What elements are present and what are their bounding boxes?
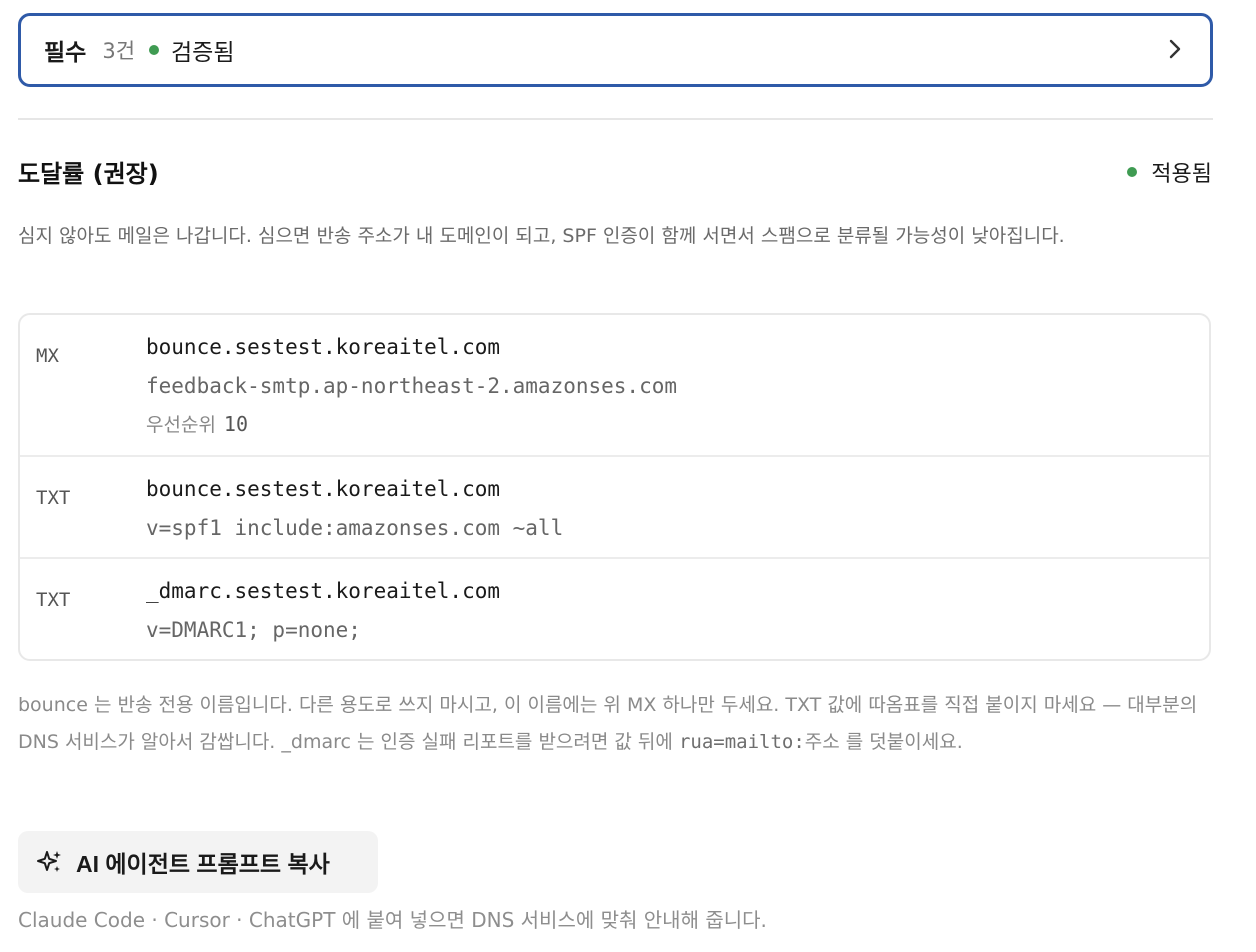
status-dot-icon: [149, 45, 160, 55]
chevron-right-icon[interactable]: [1166, 38, 1184, 60]
deliverability-status: 적용됨: [1127, 156, 1212, 188]
dns-records-table: MX bounce.sestest.koreaitel.com feedback…: [18, 313, 1211, 661]
dns-settings-page: 필수 3건 검증됨 도달률 (권장) 적용됨 심지 않아도 메일은 나갑니다. …: [0, 0, 1256, 952]
deliverability-status-label: 적용됨: [1151, 162, 1212, 187]
deliverability-description: 심지 않아도 메일은 나갑니다. 심으면 반송 주소가 내 도메인이 되고, S…: [18, 225, 1065, 247]
record-priority: 우선순위 10: [146, 409, 1209, 441]
record-type: TXT: [36, 589, 71, 611]
records-note: bounce 는 반송 전용 이름입니다. 다른 용도로 쓰지 마시고, 이 이…: [18, 687, 1218, 761]
record-name[interactable]: _dmarc.sestest.koreaitel.com: [146, 576, 1209, 606]
status-dot-icon: [1127, 167, 1138, 177]
record-type: MX: [36, 345, 59, 367]
copy-ai-prompt-label: AI 에이전트 프롬프트 복사: [76, 851, 330, 877]
copy-ai-prompt-button[interactable]: AI 에이전트 프롬프트 복사: [18, 831, 378, 893]
dns-record-row: TXT bounce.sestest.koreaitel.com v=spf1 …: [20, 457, 1209, 559]
note-text: bounce 는 반송 전용 이름입니다. 다른 용도로 쓰지 마시고, 이 이…: [18, 694, 1198, 753]
sparkles-icon: [37, 851, 61, 872]
record-name[interactable]: bounce.sestest.koreaitel.com: [146, 332, 1209, 362]
required-count: 3건: [102, 39, 136, 63]
record-type: TXT: [36, 487, 71, 509]
dns-record-row: MX bounce.sestest.koreaitel.com feedback…: [20, 315, 1209, 457]
deliverability-title: 도달률 (권장): [18, 160, 159, 188]
note-code: rua=mailto:: [678, 731, 805, 753]
required-title: 필수: [44, 40, 87, 66]
required-records-summary[interactable]: 필수 3건 검증됨: [18, 13, 1213, 87]
record-value[interactable]: feedback-smtp.ap-northeast-2.amazonses.c…: [146, 371, 1209, 401]
record-value[interactable]: v=spf1 include:amazonses.com ~all: [146, 513, 1209, 543]
priority-value[interactable]: 10: [224, 412, 248, 436]
ai-prompt-footnote: Claude Code · Cursor · ChatGPT 에 붙여 넣으면 …: [18, 908, 767, 932]
dns-record-row: TXT _dmarc.sestest.koreaitel.com v=DMARC…: [20, 559, 1209, 659]
record-value[interactable]: v=DMARC1; p=none;: [146, 615, 1209, 645]
record-name[interactable]: bounce.sestest.koreaitel.com: [146, 474, 1209, 504]
section-divider: [18, 118, 1213, 120]
priority-label: 우선순위: [146, 414, 216, 436]
required-status: 검증됨: [171, 40, 235, 66]
note-text-end: 주소 를 덧붙이세요.: [804, 731, 963, 753]
